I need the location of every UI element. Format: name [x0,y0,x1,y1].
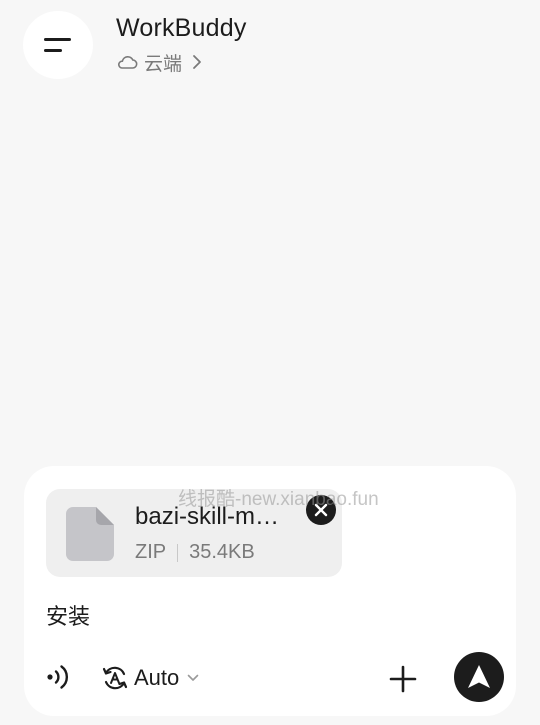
remove-attachment-button[interactable] [306,495,336,525]
file-icon [66,507,114,566]
attachment-card[interactable]: bazi-skill-m… ZIP 35.4KB [46,489,342,577]
app-title: WorkBuddy [116,14,247,42]
close-icon [314,503,328,517]
model-selector[interactable]: Auto [102,663,199,693]
attachment-file-name: bazi-skill-m… [135,503,279,530]
workspace-selector[interactable]: 云端 [116,50,202,75]
plus-icon [389,665,417,693]
auto-mode-icon [102,665,128,691]
meta-divider [177,543,179,562]
send-icon [468,665,490,688]
workspace-label: 云端 [144,53,183,75]
chevron-down-icon [187,674,199,682]
voice-input-button[interactable] [42,660,76,694]
chevron-right-icon [192,54,202,70]
menu-icon [44,38,71,52]
message-input[interactable]: 安装 [46,599,90,631]
menu-button[interactable] [23,11,93,79]
model-label: Auto [134,665,180,690]
send-button[interactable] [454,652,504,702]
attachment-file-size: 35.4KB [189,541,255,563]
voice-icon [47,665,68,689]
add-button[interactable] [386,662,420,696]
cloud-icon [116,53,138,71]
attachment-file-type: ZIP [135,541,167,563]
composer-panel: bazi-skill-m… ZIP 35.4KB 安装 Auto [24,466,516,716]
attachment-meta: ZIP 35.4KB [135,541,255,564]
